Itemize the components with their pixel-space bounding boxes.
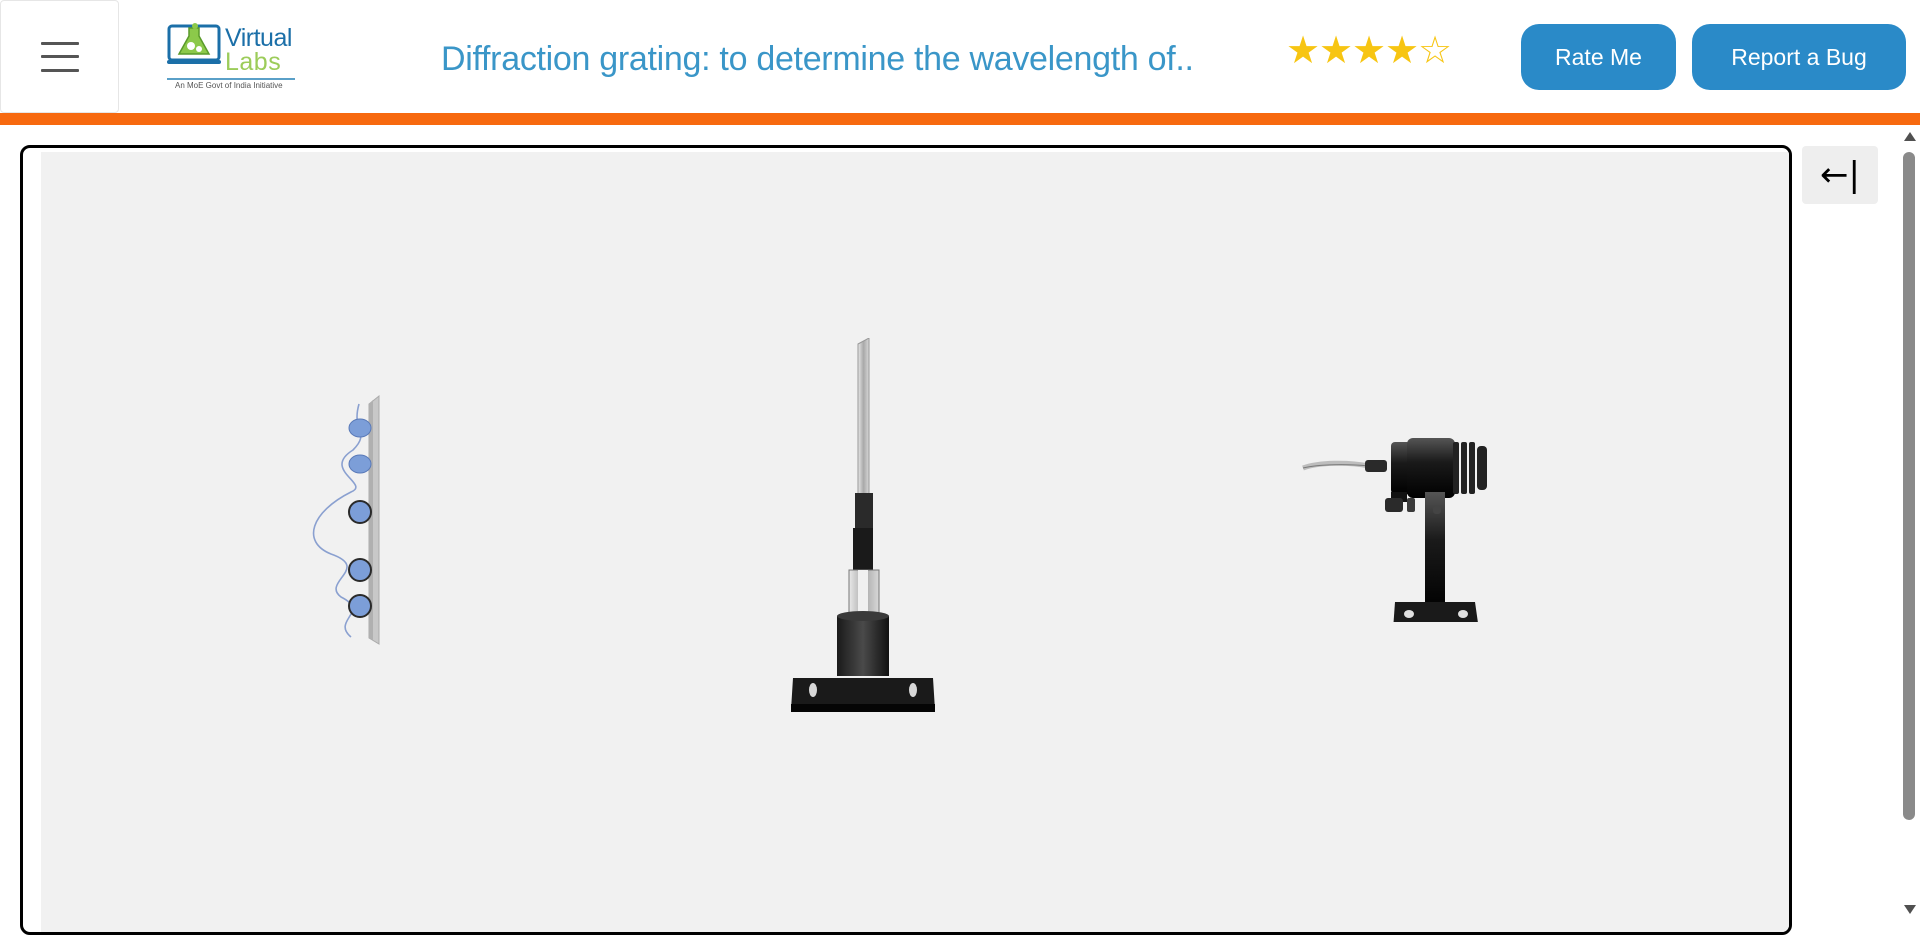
rating-stars[interactable]: ★ ★ ★ ★ ☆ — [1286, 30, 1452, 70]
star-filled-icon[interactable]: ★ — [1352, 30, 1386, 70]
header-accent-bar — [0, 113, 1920, 125]
star-filled-icon[interactable]: ★ — [1286, 30, 1320, 70]
grating-stand[interactable] — [783, 338, 943, 718]
star-filled-icon[interactable]: ★ — [1385, 30, 1419, 70]
simulation-frame — [20, 145, 1792, 935]
menu-button[interactable] — [0, 0, 119, 113]
star-filled-icon[interactable]: ★ — [1319, 30, 1353, 70]
diffraction-screen[interactable] — [291, 392, 401, 652]
hamburger-menu-icon — [40, 41, 79, 72]
logo-text-labs: Labs — [225, 48, 282, 76]
logo-tagline: An MoE Govt of India Initiative — [175, 81, 283, 90]
collapse-arrow-icon[interactable]: ←| — [1802, 146, 1878, 204]
header-bar: Virtual Labs An MoE Govt of India Initia… — [0, 0, 1920, 113]
laser-source[interactable] — [1299, 422, 1499, 622]
flask-logo-icon — [167, 23, 221, 64]
virtual-labs-logo[interactable]: Virtual Labs An MoE Govt of India Initia… — [165, 18, 297, 94]
page-title: Diffraction grating: to determine the wa… — [441, 40, 1194, 78]
vertical-scrollbar[interactable] — [1898, 126, 1920, 920]
rate-me-button[interactable]: Rate Me — [1521, 24, 1676, 90]
scroll-thumb[interactable] — [1903, 152, 1915, 820]
simulation-canvas[interactable] — [41, 152, 1789, 932]
logo-divider — [167, 78, 295, 80]
scroll-up-arrow-icon[interactable] — [1904, 132, 1916, 141]
scroll-down-arrow-icon[interactable] — [1904, 905, 1916, 914]
star-empty-icon[interactable]: ☆ — [1418, 30, 1452, 70]
report-bug-button[interactable]: Report a Bug — [1692, 24, 1906, 90]
